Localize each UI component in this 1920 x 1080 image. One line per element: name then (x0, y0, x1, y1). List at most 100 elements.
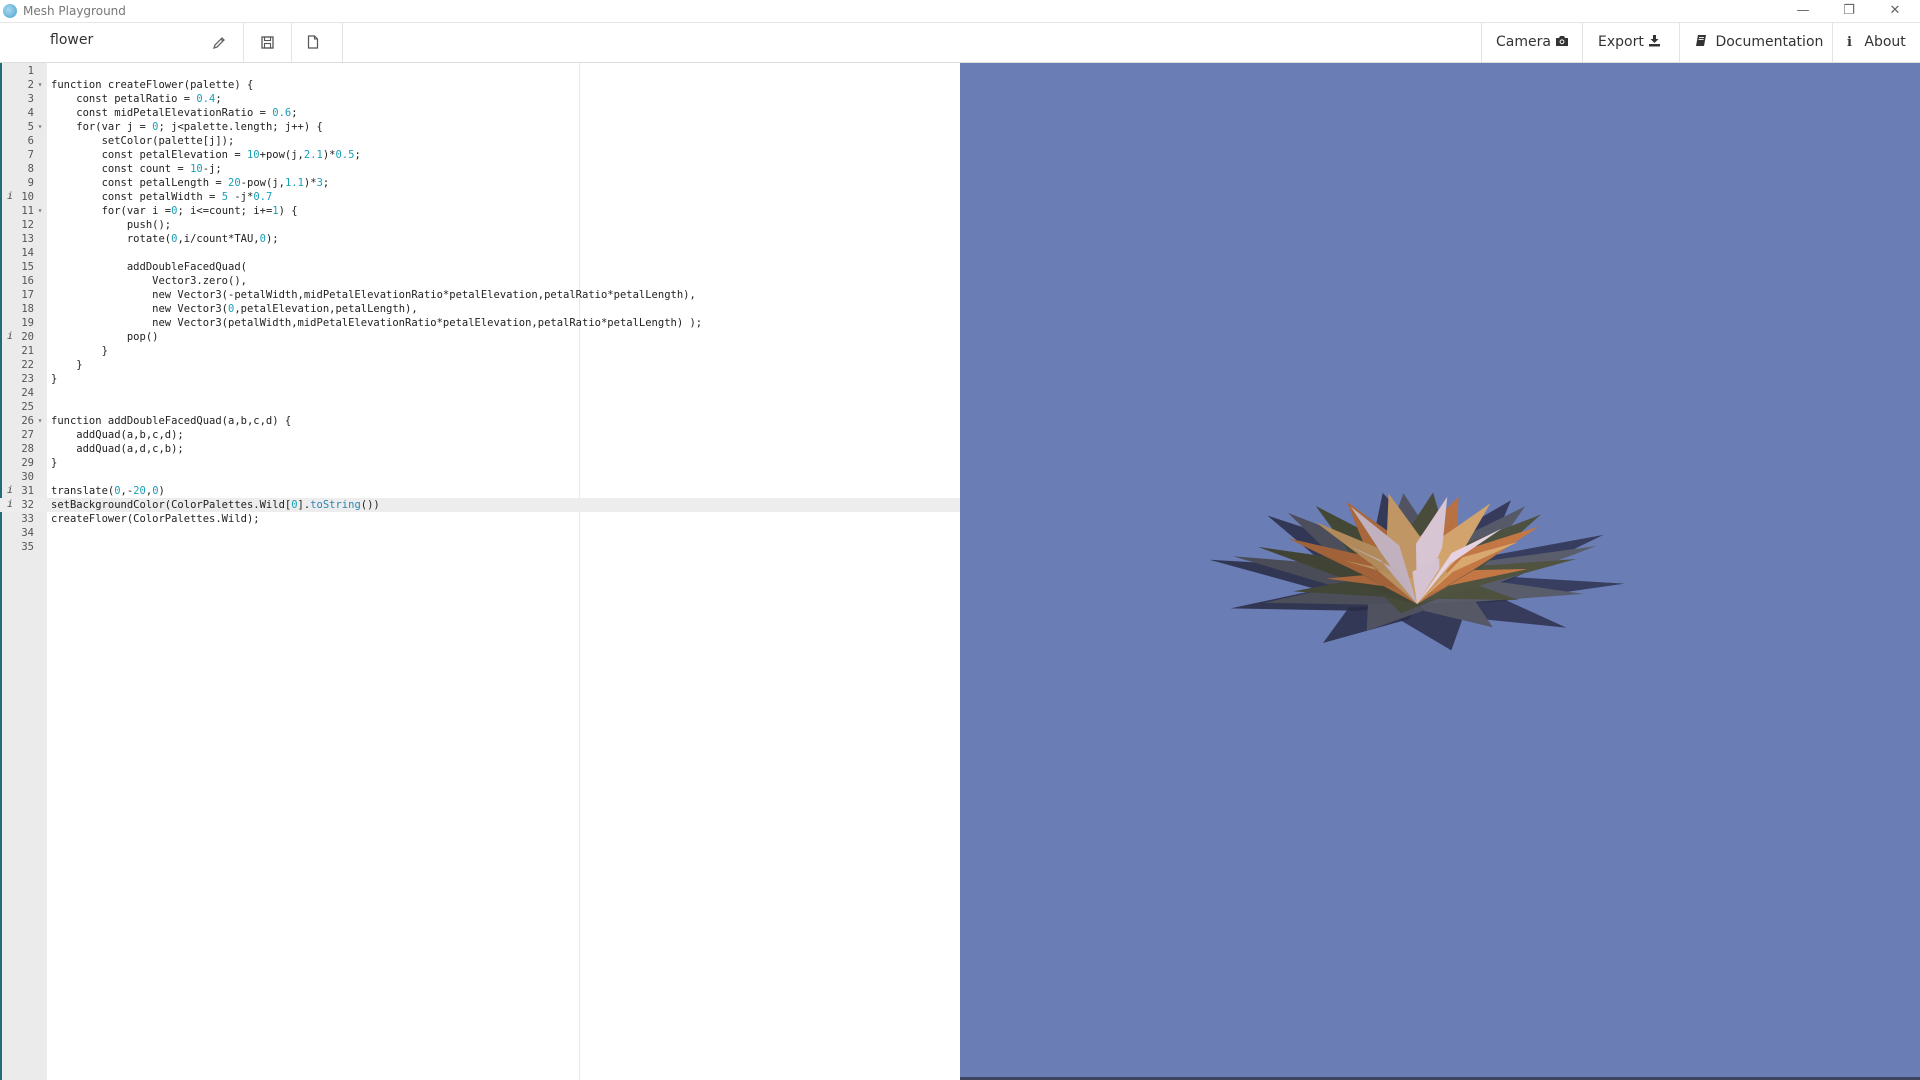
code-line[interactable]: 14 (0, 246, 960, 260)
code-line[interactable]: 3 const petalRatio = 0.4; (0, 92, 960, 106)
code-line[interactable]: 13 rotate(0,i/count*TAU,0); (0, 232, 960, 246)
fold-toggle-icon[interactable]: ▾ (36, 78, 44, 92)
line-number: 4 (27, 107, 34, 119)
code-line[interactable]: 27 addQuad(a,b,c,d); (0, 428, 960, 442)
code-line[interactable]: 28 addQuad(a,d,c,b); (0, 442, 960, 456)
restore-button[interactable]: ❐ (1826, 0, 1872, 22)
save-icon[interactable] (252, 23, 282, 62)
code-line[interactable]: 34 (0, 526, 960, 540)
fold-toggle-icon[interactable]: ▾ (36, 204, 44, 218)
fold-toggle-icon[interactable]: ▾ (36, 414, 44, 428)
code-text[interactable]: const petalWidth = 5 -j*0.7 (51, 190, 273, 204)
code-line[interactable]: i 32 setBackgroundColor(ColorPalettes.Wild… (0, 498, 960, 512)
documentation-button[interactable]: Documentation (1680, 23, 1832, 62)
code-text[interactable]: rotate(0,i/count*TAU,0); (51, 232, 279, 246)
line-number: 32 (21, 499, 34, 511)
line-number: 7 (27, 149, 34, 161)
code-text[interactable]: new Vector3(-petalWidth,midPetalElevatio… (51, 288, 696, 302)
line-number: 27 (21, 429, 34, 441)
window-title: Mesh Playground (23, 4, 126, 18)
code-line[interactable]: 2 ▾ function createFlower(palette) { (0, 78, 960, 92)
code-text[interactable]: for(var j = 0; j<palette.length; j++) { (51, 120, 323, 134)
fold-toggle-icon[interactable]: ▾ (36, 120, 44, 134)
code-text[interactable]: const petalRatio = 0.4; (51, 92, 221, 106)
code-line[interactable]: 35 (0, 540, 960, 554)
code-text[interactable]: } (51, 372, 57, 386)
line-number: 22 (21, 359, 34, 371)
code-line[interactable]: 33 createFlower(ColorPalettes.Wild); (0, 512, 960, 526)
code-line[interactable]: 15 addDoubleFacedQuad( (0, 260, 960, 274)
code-text[interactable]: new Vector3(petalWidth,midPetalElevation… (51, 316, 702, 330)
flower-mesh-render[interactable] (960, 63, 1920, 1080)
code-line[interactable]: 4 const midPetalElevationRatio = 0.6; (0, 106, 960, 120)
code-line[interactable]: 8 const count = 10-j; (0, 162, 960, 176)
code-text[interactable]: const petalLength = 20-pow(j,1.1)*3; (51, 176, 330, 190)
code-line[interactable]: 21 } (0, 344, 960, 358)
code-line[interactable]: 6 setColor(palette[j]); (0, 134, 960, 148)
code-line[interactable]: i 31 translate(0,-20,0) (0, 484, 960, 498)
code-text[interactable]: translate(0,-20,0) (51, 484, 165, 498)
code-line[interactable]: 5 ▾ for(var j = 0; j<palette.length; j++)… (0, 120, 960, 134)
code-text[interactable]: setColor(palette[j]); (51, 134, 235, 148)
code-text[interactable]: } (51, 456, 57, 470)
code-text[interactable]: function createFlower(palette) { (51, 78, 253, 92)
code-line[interactable]: 19 new Vector3(petalWidth,midPetalElevat… (0, 316, 960, 330)
code-line[interactable]: 30 (0, 470, 960, 484)
code-line[interactable]: 18 new Vector3(0,petalElevation,petalLen… (0, 302, 960, 316)
close-button[interactable]: ✕ (1872, 0, 1918, 22)
code-text[interactable]: push(); (51, 218, 171, 232)
code-text[interactable]: pop() (51, 330, 159, 344)
code-text[interactable]: addQuad(a,b,c,d); (51, 428, 183, 442)
code-text[interactable]: addDoubleFacedQuad( (51, 260, 247, 274)
code-text[interactable]: const midPetalElevationRatio = 0.6; (51, 106, 297, 120)
code-line[interactable]: i 20 pop() (0, 330, 960, 344)
code-editor[interactable]: 1 2 ▾ function createFlower(palette) {3 con… (0, 63, 960, 1080)
toolbar-divider (342, 23, 343, 62)
code-text[interactable]: createFlower(ColorPalettes.Wild); (51, 512, 260, 526)
code-line[interactable]: 23} (0, 372, 960, 386)
new-file-icon[interactable] (298, 23, 328, 62)
code-text[interactable]: for(var i =0; i<=count; i+=1) { (51, 204, 298, 218)
line-number: 1 (27, 65, 34, 77)
line-number: 5 (27, 121, 34, 133)
line-number: 19 (21, 317, 34, 329)
code-line[interactable]: 12 push(); (0, 218, 960, 232)
code-line[interactable]: 7 const petalElevation = 10+pow(j,2.1)*0… (0, 148, 960, 162)
code-text[interactable]: setBackgroundColor(ColorPalettes.Wild[0]… (51, 498, 380, 512)
code-text[interactable]: } (51, 358, 82, 372)
line-number: 20 (21, 331, 34, 343)
about-button[interactable]: i About (1833, 23, 1920, 62)
code-text[interactable]: } (51, 344, 108, 358)
code-line[interactable]: 22 } (0, 358, 960, 372)
code-text[interactable]: const count = 10-j; (51, 162, 222, 176)
code-text[interactable]: function addDoubleFacedQuad(a,b,c,d) { (51, 414, 291, 428)
code-line[interactable]: 16 Vector3.zero(), (0, 274, 960, 288)
minimize-button[interactable]: — (1780, 0, 1826, 22)
code-line[interactable]: 9 const petalLength = 20-pow(j,1.1)*3; (0, 176, 960, 190)
code-text[interactable]: addQuad(a,d,c,b); (51, 442, 183, 456)
filename-label[interactable]: flower (50, 32, 93, 48)
export-button[interactable]: Export (1583, 23, 1679, 62)
code-line[interactable]: i 10 const petalWidth = 5 -j*0.7 (0, 190, 960, 204)
3d-viewport[interactable] (960, 63, 1920, 1080)
code-text[interactable]: Vector3.zero(), (51, 274, 247, 288)
code-line[interactable]: 24 (0, 386, 960, 400)
info-icon: i (1847, 35, 1852, 50)
line-number: 13 (21, 233, 34, 245)
code-line[interactable]: 11 ▾ for(var i =0; i<=count; i+=1) { (0, 204, 960, 218)
line-number: 8 (27, 163, 34, 175)
code-line[interactable]: 1 (0, 64, 960, 78)
code-line[interactable]: 29} (0, 456, 960, 470)
line-number: 16 (21, 275, 34, 287)
code-text[interactable]: new Vector3(0,petalElevation,petalLength… (51, 302, 418, 316)
line-number: 35 (21, 541, 34, 553)
line-number: 15 (21, 261, 34, 273)
code-line[interactable]: 25 (0, 400, 960, 414)
code-text[interactable]: const petalElevation = 10+pow(j,2.1)*0.5… (51, 148, 361, 162)
code-line[interactable]: 26 ▾ function addDoubleFacedQuad(a,b,c,d) … (0, 414, 960, 428)
camera-button[interactable]: Camera (1482, 23, 1582, 62)
code-lines[interactable]: 1 2 ▾ function createFlower(palette) {3 con… (0, 64, 960, 554)
pencil-icon[interactable] (204, 23, 234, 62)
code-line[interactable]: 17 new Vector3(-petalWidth,midPetalEleva… (0, 288, 960, 302)
line-number: 26 (21, 415, 34, 427)
